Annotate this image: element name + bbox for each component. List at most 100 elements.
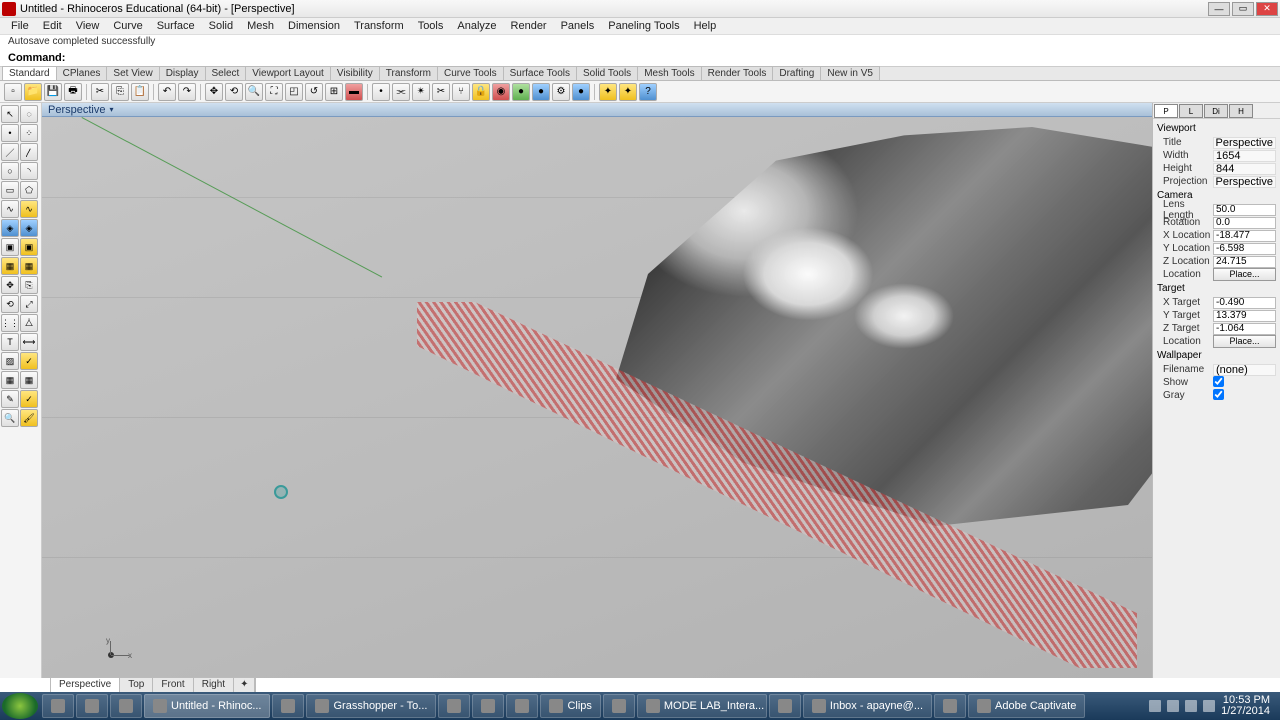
menu-transform[interactable]: Transform xyxy=(347,19,411,33)
tray-icon[interactable] xyxy=(1149,700,1161,712)
viewport-canvas[interactable]: xy xyxy=(42,117,1152,678)
solid-tools-icon[interactable]: ▣ xyxy=(20,238,38,256)
arc-icon[interactable]: ◝ xyxy=(20,162,38,180)
detail-icon[interactable]: ▦ xyxy=(20,371,38,389)
render-icon[interactable]: ● xyxy=(532,83,550,101)
file-value[interactable]: (none) xyxy=(1213,364,1276,376)
undo-icon[interactable]: ↶ xyxy=(158,83,176,101)
yloc-input[interactable] xyxy=(1213,243,1276,255)
copy-tool-icon[interactable]: ⎘ xyxy=(20,276,38,294)
zoom-extents-icon[interactable]: ⛶ xyxy=(265,83,283,101)
taskbar-item[interactable] xyxy=(506,694,538,718)
print-icon[interactable]: 🖶 xyxy=(64,83,82,101)
new-icon[interactable]: ▫ xyxy=(4,83,22,101)
menu-analyze[interactable]: Analyze xyxy=(450,19,503,33)
scale-icon[interactable]: ⤢ xyxy=(20,295,38,313)
menu-paneling-tools[interactable]: Paneling Tools xyxy=(601,19,686,33)
viewport-dropdown-icon[interactable]: ▾ xyxy=(109,105,113,114)
cut-icon[interactable]: ✂ xyxy=(91,83,109,101)
props-tab-properties[interactable]: P xyxy=(1154,104,1178,118)
text-icon[interactable]: T xyxy=(1,333,19,351)
view-tab-right[interactable]: Right xyxy=(194,678,234,692)
taskbar-item[interactable] xyxy=(42,694,74,718)
taskbar-item-rhino[interactable]: Untitled - Rhinoc... xyxy=(144,694,270,718)
curve-tools-icon[interactable]: ∿ xyxy=(20,200,38,218)
mirror-icon[interactable]: ⧊ xyxy=(20,314,38,332)
close-button[interactable]: ✕ xyxy=(1256,2,1278,16)
taskbar-item[interactable] xyxy=(769,694,801,718)
copy-icon[interactable]: ⎘ xyxy=(111,83,129,101)
lasso-icon[interactable]: ◌ xyxy=(20,105,38,123)
paste-icon[interactable]: 📋 xyxy=(131,83,149,101)
circle-icon[interactable]: ○ xyxy=(1,162,19,180)
menu-help[interactable]: Help xyxy=(687,19,724,33)
four-view-icon[interactable]: ⊞ xyxy=(325,83,343,101)
menu-file[interactable]: File xyxy=(4,19,36,33)
tab-display[interactable]: Display xyxy=(159,66,206,80)
undo-view-icon[interactable]: ↺ xyxy=(305,83,323,101)
mesh-icon[interactable]: ▦ xyxy=(1,257,19,275)
surface-tools-icon[interactable]: ◈ xyxy=(20,219,38,237)
place-target-button[interactable]: Place... xyxy=(1213,335,1276,348)
taskbar-item[interactable] xyxy=(110,694,142,718)
menu-tools[interactable]: Tools xyxy=(411,19,451,33)
grasshopper-icon[interactable]: ✦ xyxy=(599,83,617,101)
show-checkbox[interactable] xyxy=(1213,376,1224,387)
tab-visibility[interactable]: Visibility xyxy=(330,66,380,80)
zoom-window-icon[interactable]: ◰ xyxy=(285,83,303,101)
props-tab-help[interactable]: H xyxy=(1229,104,1253,118)
lens-input[interactable] xyxy=(1213,204,1276,216)
taskbar-item[interactable] xyxy=(603,694,635,718)
maximize-button[interactable]: ▭ xyxy=(1232,2,1254,16)
props-tab-layers[interactable]: L xyxy=(1179,104,1203,118)
search-tool-icon[interactable]: 🔍 xyxy=(1,409,19,427)
redo-icon[interactable]: ↷ xyxy=(178,83,196,101)
zloc-input[interactable] xyxy=(1213,256,1276,268)
analysis-icon[interactable]: ✓ xyxy=(20,352,38,370)
taskbar-item-captivate[interactable]: Adobe Captivate xyxy=(968,694,1085,718)
start-button[interactable] xyxy=(2,693,38,719)
tray-icon[interactable] xyxy=(1185,700,1197,712)
rotate-icon[interactable]: ⟲ xyxy=(225,83,243,101)
rotation-input[interactable] xyxy=(1213,217,1276,229)
tab-solidtools[interactable]: Solid Tools xyxy=(576,66,638,80)
tab-select[interactable]: Select xyxy=(205,66,247,80)
move-icon[interactable]: ✥ xyxy=(1,276,19,294)
help-icon[interactable]: ? xyxy=(639,83,657,101)
polyline-icon[interactable]: 〳 xyxy=(20,143,38,161)
command-input[interactable] xyxy=(69,52,1272,64)
zoom-icon[interactable]: 🔍 xyxy=(245,83,263,101)
tab-viewport-layout[interactable]: Viewport Layout xyxy=(245,66,331,80)
explode-icon[interactable]: ✴ xyxy=(412,83,430,101)
tab-surfacetools[interactable]: Surface Tools xyxy=(503,66,577,80)
tab-setview[interactable]: Set View xyxy=(106,66,159,80)
tab-newv5[interactable]: New in V5 xyxy=(820,66,880,80)
point-icon[interactable]: • xyxy=(1,124,19,142)
trim-icon[interactable]: ✂ xyxy=(432,83,450,101)
rotate-tool-icon[interactable]: ⟲ xyxy=(1,295,19,313)
pan-icon[interactable]: ✥ xyxy=(205,83,223,101)
menu-view[interactable]: View xyxy=(69,19,107,33)
line-icon[interactable]: ／ xyxy=(1,143,19,161)
array-icon[interactable]: ⋮⋮ xyxy=(1,314,19,332)
edit-icon[interactable]: ✎ xyxy=(1,390,19,408)
split-icon[interactable]: ⑂ xyxy=(452,83,470,101)
options-icon[interactable]: ⚙ xyxy=(552,83,570,101)
taskbar-item[interactable] xyxy=(76,694,108,718)
solid-icon[interactable]: ▣ xyxy=(1,238,19,256)
tab-transform[interactable]: Transform xyxy=(379,66,438,80)
taskbar-item-clips[interactable]: Clips xyxy=(540,694,600,718)
menu-render[interactable]: Render xyxy=(504,19,554,33)
menu-edit[interactable]: Edit xyxy=(36,19,69,33)
xt-input[interactable] xyxy=(1213,297,1276,309)
props-tab-display[interactable]: Di xyxy=(1204,104,1228,118)
yt-input[interactable] xyxy=(1213,310,1276,322)
hatch-icon[interactable]: ▨ xyxy=(1,352,19,370)
mesh-tools-icon[interactable]: ▦ xyxy=(20,257,38,275)
menu-mesh[interactable]: Mesh xyxy=(240,19,281,33)
rectangle-icon[interactable]: ▭ xyxy=(1,181,19,199)
view-tab-front[interactable]: Front xyxy=(153,678,193,692)
menu-panels[interactable]: Panels xyxy=(554,19,602,33)
menu-dimension[interactable]: Dimension xyxy=(281,19,347,33)
join-icon[interactable]: ⫘ xyxy=(392,83,410,101)
